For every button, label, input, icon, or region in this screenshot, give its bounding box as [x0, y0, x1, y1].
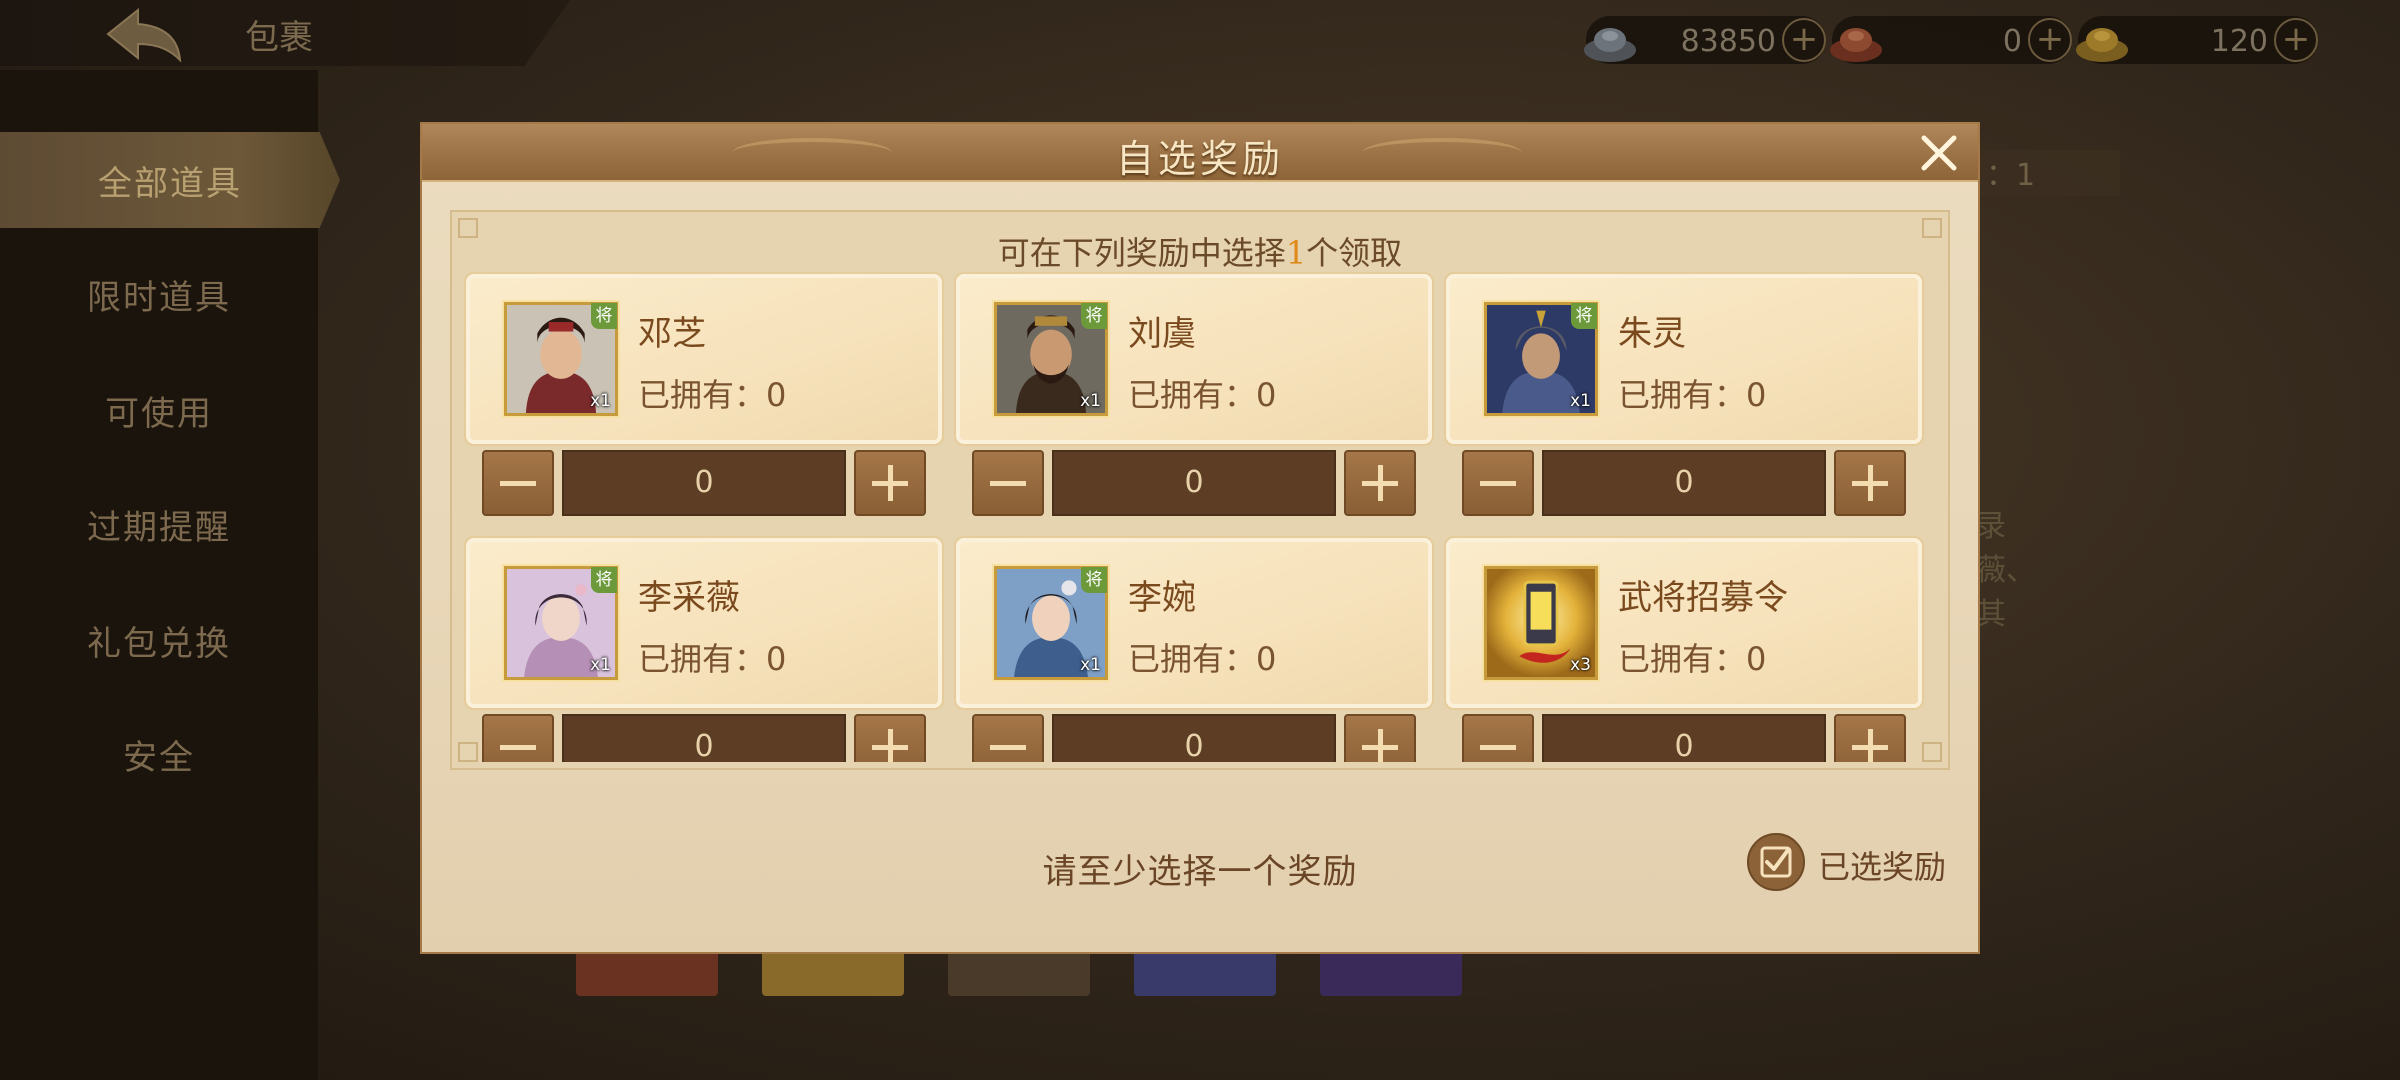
reward-name: 刘虞: [1128, 314, 1196, 354]
reward-select-dialog: 自选奖励 可在下列奖励中选择1个领取 将 x1 邓芝 已拥有：0 将 x1 刘虞…: [420, 122, 1980, 954]
item-count-label: ：1: [1980, 150, 2120, 196]
selected-rewards-label: 已选奖励: [1818, 848, 1947, 886]
reward-card[interactable]: 将 x1 刘虞 已拥有：0: [954, 272, 1434, 446]
reward-name: 朱灵: [1618, 314, 1686, 354]
copper-value: 0: [2002, 24, 2022, 59]
selection-hint: 请至少选择一个奖励: [1042, 852, 1358, 892]
sidebar: 全部道具 限时道具 可使用 过期提醒 礼包兑换 安全: [0, 70, 340, 1080]
decrease-button[interactable]: [972, 450, 1044, 516]
reward-name: 李采薇: [638, 578, 740, 618]
bag-item[interactable]: [576, 950, 718, 996]
increase-button[interactable]: [1344, 714, 1416, 762]
bag-item[interactable]: [1134, 950, 1276, 996]
quantity-badge: x3: [1570, 655, 1591, 675]
selected-quantity[interactable]: 0: [562, 714, 846, 762]
resource-copper: 0 +: [1830, 16, 2072, 64]
decrease-button[interactable]: [972, 714, 1044, 762]
general-badge: 将: [1081, 303, 1107, 329]
general-portrait: 将 x1: [994, 302, 1108, 416]
quantity-badge: x1: [1570, 391, 1591, 411]
reward-card[interactable]: 将 x1 李婉 已拥有：0: [954, 536, 1434, 710]
gold-value: 120: [2210, 24, 2268, 59]
reward-card[interactable]: 将 x1 李采薇 已拥有：0: [464, 536, 944, 710]
owned-count: 已拥有：0: [1128, 640, 1277, 678]
decrease-button[interactable]: [482, 714, 554, 762]
increase-button[interactable]: [854, 714, 926, 762]
decrease-button[interactable]: [1462, 450, 1534, 516]
resource-gold: 120 +: [2076, 16, 2318, 64]
general-portrait: 将 x1: [1484, 302, 1598, 416]
reward-name: 武将招募令: [1618, 578, 1788, 618]
selected-quantity[interactable]: 0: [1542, 450, 1826, 516]
owned-count: 已拥有：0: [638, 376, 787, 414]
reward-card[interactable]: 将 x1 朱灵 已拥有：0: [1444, 272, 1924, 446]
quantity-stepper: 0: [482, 714, 926, 762]
general-portrait: 将 x1: [504, 566, 618, 680]
sidebar-item-security[interactable]: 安全: [0, 706, 318, 802]
sidebar-item-all[interactable]: 全部道具: [0, 132, 340, 228]
bag-item[interactable]: [948, 950, 1090, 996]
silver-ingot-icon: [1584, 28, 1636, 62]
general-portrait: 将 x1: [994, 566, 1108, 680]
quantity-badge: x1: [590, 655, 611, 675]
owned-count: 已拥有：0: [638, 640, 787, 678]
quantity-badge: x1: [1080, 655, 1101, 675]
copper-ingot-icon: [1830, 28, 1882, 62]
resource-silver: 83850 +: [1584, 16, 1826, 64]
page-title: 包裹: [245, 18, 313, 58]
bag-item[interactable]: [1320, 950, 1462, 996]
general-badge: 将: [1081, 567, 1107, 593]
bag-item[interactable]: [762, 950, 904, 996]
owned-count: 已拥有：0: [1128, 376, 1277, 414]
back-arrow-icon[interactable]: [100, 4, 190, 64]
increase-button[interactable]: [854, 450, 926, 516]
owned-count: 已拥有：0: [1618, 376, 1767, 414]
quantity-stepper: 0: [482, 450, 926, 516]
selected-quantity[interactable]: 0: [562, 450, 846, 516]
gold-ingot-icon: [2076, 28, 2128, 62]
selected-quantity[interactable]: 0: [1052, 714, 1336, 762]
quantity-stepper: 0: [1462, 450, 1906, 516]
reward-name: 李婉: [1128, 578, 1196, 618]
dialog-title: 自选奖励: [1115, 137, 1284, 181]
increase-button[interactable]: [1834, 450, 1906, 516]
sidebar-item-gift-exchange[interactable]: 礼包兑换: [0, 592, 318, 688]
quantity-badge: x1: [1080, 391, 1101, 411]
selected-rewards-toggle[interactable]: 已选奖励: [1746, 832, 1958, 892]
sidebar-item-expiry[interactable]: 过期提醒: [0, 476, 318, 572]
add-gold-button[interactable]: +: [2274, 18, 2318, 62]
decrease-button[interactable]: [1462, 714, 1534, 762]
selected-quantity[interactable]: 0: [1052, 450, 1336, 516]
close-icon[interactable]: [1916, 130, 1962, 176]
increase-button[interactable]: [1834, 714, 1906, 762]
quantity-stepper: 0: [972, 450, 1416, 516]
silver-value: 83850: [1680, 24, 1776, 59]
checkbox-checked-icon[interactable]: [1746, 832, 1806, 892]
reward-list[interactable]: 将 x1 邓芝 已拥有：0 将 x1 刘虞 已拥有：0 将 x1 朱灵 已拥有：…: [464, 272, 1940, 762]
owned-count: 已拥有：0: [1618, 640, 1767, 678]
increase-button[interactable]: [1344, 450, 1416, 516]
instruction-text: 可在下列奖励中选择1个领取: [997, 234, 1403, 272]
reward-name: 邓芝: [638, 314, 706, 354]
dialog-header: 自选奖励: [422, 124, 1978, 182]
general-portrait: 将 x1: [504, 302, 618, 416]
rewards-panel: 可在下列奖励中选择1个领取 将 x1 邓芝 已拥有：0 将 x1 刘虞 已拥有：…: [450, 210, 1950, 770]
add-silver-button[interactable]: +: [1782, 18, 1826, 62]
quantity-stepper: 0: [972, 714, 1416, 762]
selected-quantity[interactable]: 0: [1542, 714, 1826, 762]
item-description-partial: 录 薇、 其: [1976, 509, 2036, 632]
general-badge: 将: [591, 303, 617, 329]
add-copper-button[interactable]: +: [2028, 18, 2072, 62]
reward-card[interactable]: x3 武将招募令 已拥有：0: [1444, 536, 1924, 710]
quantity-badge: x1: [590, 391, 611, 411]
sidebar-item-limited[interactable]: 限时道具: [0, 246, 318, 342]
reward-card[interactable]: 将 x1 邓芝 已拥有：0: [464, 272, 944, 446]
quantity-stepper: 0: [1462, 714, 1906, 762]
decrease-button[interactable]: [482, 450, 554, 516]
item-portrait: x3: [1484, 566, 1598, 680]
sidebar-item-usable[interactable]: 可使用: [0, 362, 318, 458]
general-badge: 将: [1571, 303, 1597, 329]
general-badge: 将: [591, 567, 617, 593]
